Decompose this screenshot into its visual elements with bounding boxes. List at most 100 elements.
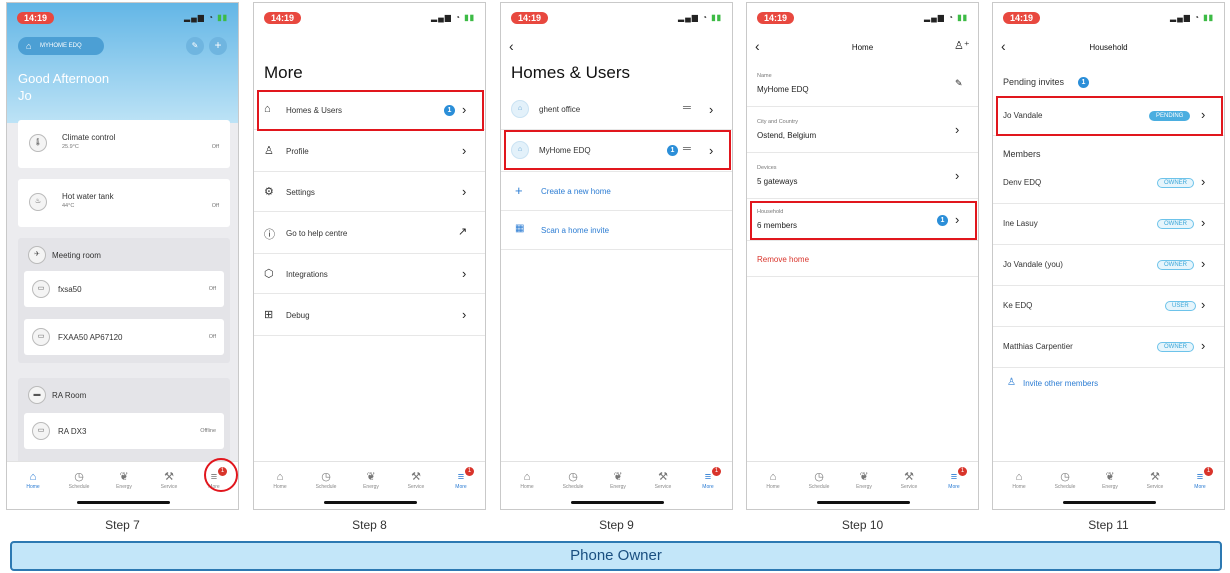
tab-home[interactable]: ⌂ Home bbox=[505, 470, 549, 490]
wrench-icon: ⚒ bbox=[658, 471, 668, 483]
leaf-icon: ❦ bbox=[1105, 471, 1115, 483]
tab-label: Schedule bbox=[1054, 484, 1076, 490]
phone-owner-banner: Phone Owner bbox=[10, 541, 1222, 571]
menu-icon: ≡ bbox=[457, 471, 465, 483]
hot-water-temp: 44°C bbox=[62, 203, 75, 209]
menu-label: Settings bbox=[286, 188, 315, 197]
chevron-right-icon: › bbox=[1201, 174, 1206, 189]
tab-service[interactable]: ⚒ Service bbox=[1133, 470, 1177, 490]
tab-schedule[interactable]: ◷ Schedule bbox=[304, 470, 348, 490]
phone-step-7: 14:19 ▂▄▆ ◔ ▮▮ ⌂ MYHOME EDQ ✎ + Good Aft… bbox=[6, 2, 239, 510]
create-home-button[interactable]: + Create a new home bbox=[501, 172, 732, 211]
tab-more[interactable]: ≡ More 1 bbox=[439, 467, 483, 490]
tab-schedule[interactable]: ◷ Schedule bbox=[57, 470, 101, 490]
member-row[interactable]: Ine Lasuy OWNER › bbox=[993, 204, 1224, 245]
tab-energy[interactable]: ❦ Energy bbox=[842, 470, 886, 490]
menu-item-profile[interactable]: ♙ Profile › bbox=[254, 130, 485, 172]
chevron-right-icon: › bbox=[955, 168, 960, 183]
menu-item-settings[interactable]: ⚙ Settings › bbox=[254, 172, 485, 212]
city-country-row[interactable]: City and Country Ostend, Belgium › bbox=[747, 107, 978, 153]
field-value: Ostend, Belgium bbox=[757, 131, 817, 140]
chevron-right-icon: › bbox=[462, 307, 467, 322]
tab-service[interactable]: ⚒ Service bbox=[394, 470, 438, 490]
device-row-fxaa50[interactable]: ▭ FXAA50 AP67120 Off bbox=[24, 319, 224, 355]
menu-label: Go to help centre bbox=[286, 229, 348, 238]
more-badge: 1 bbox=[465, 467, 474, 476]
hot-water-card[interactable]: ♨ Hot water tank 44°C Off bbox=[18, 179, 230, 227]
scan-invite-button[interactable]: ▦ Scan a home invite bbox=[501, 211, 732, 250]
home-selector-button[interactable]: ⌂ MYHOME EDQ bbox=[18, 37, 104, 55]
add-button[interactable]: + bbox=[209, 37, 227, 55]
device-name: fxsa50 bbox=[58, 285, 82, 294]
tab-energy[interactable]: ❦ Energy bbox=[102, 470, 146, 490]
member-name: Denv EDQ bbox=[1003, 178, 1042, 187]
pencil-icon: ✎ bbox=[191, 41, 199, 50]
tab-service[interactable]: ⚒ Service bbox=[147, 470, 191, 490]
member-row[interactable]: Matthias Carpentier OWNER › bbox=[993, 327, 1224, 368]
pending-invites-title: Pending invites bbox=[1003, 77, 1065, 87]
member-row[interactable]: Ke EDQ USER › bbox=[993, 286, 1224, 327]
gear-icon: ⚙ bbox=[264, 186, 274, 198]
step-caption: Step 7 bbox=[105, 518, 140, 532]
member-row[interactable]: Jo Vandale (you) OWNER › bbox=[993, 245, 1224, 286]
tab-label: Service bbox=[1146, 484, 1164, 490]
chevron-right-icon: › bbox=[1201, 338, 1206, 353]
remove-home-button[interactable]: Remove home bbox=[747, 241, 978, 277]
tab-home[interactable]: ⌂ Home bbox=[997, 470, 1041, 490]
device-row-ra-dx3[interactable]: ▭ RA DX3 Offline bbox=[24, 413, 224, 449]
name-row[interactable]: Name MyHome EDQ ✎ bbox=[747, 61, 978, 107]
field-label: City and Country bbox=[757, 119, 798, 125]
tab-more[interactable]: ≡ More 1 bbox=[1178, 467, 1222, 490]
menu-item-debug[interactable]: ⊞ Debug › bbox=[254, 294, 485, 336]
home-name: ghent office bbox=[539, 105, 581, 114]
climate-control-card[interactable]: 🌡 Climate control 25.9°C Off bbox=[18, 120, 230, 168]
phone-step-8: 14:19 ▂▄▆ ◔ ▮▮ More ⌂ Homes & Users 1 › … bbox=[253, 2, 486, 510]
tab-label: Schedule bbox=[68, 484, 90, 490]
home-name-label: MYHOME EDQ bbox=[40, 43, 82, 49]
tab-service[interactable]: ⚒ Service bbox=[641, 470, 685, 490]
tab-label: Service bbox=[160, 484, 178, 490]
chevron-right-icon: › bbox=[1201, 297, 1206, 312]
add-user-button[interactable]: ♙⁺ bbox=[954, 39, 970, 52]
integrations-icon: ⬡ bbox=[264, 268, 274, 280]
tab-schedule[interactable]: ◷ Schedule bbox=[1043, 470, 1087, 490]
tab-schedule[interactable]: ◷ Schedule bbox=[797, 470, 841, 490]
highlight-box bbox=[996, 96, 1223, 136]
step-caption: Step 9 bbox=[599, 518, 634, 532]
highlight-circle bbox=[204, 458, 238, 492]
signal-wifi-battery-icon: ▂▄▆ ◔ ▮▮ bbox=[183, 13, 228, 22]
plus-icon: + bbox=[214, 38, 222, 52]
menu-label: Debug bbox=[286, 311, 310, 320]
field-label: Devices bbox=[757, 165, 777, 171]
menu-item-integrations[interactable]: ⬡ Integrations › bbox=[254, 254, 485, 294]
page-title: Homes & Users bbox=[511, 63, 631, 82]
tab-home[interactable]: ⌂ Home bbox=[258, 470, 302, 490]
invite-members-button[interactable]: ♙ Invite other members bbox=[993, 368, 1224, 404]
tab-label: Home bbox=[273, 484, 287, 490]
tab-schedule[interactable]: ◷ Schedule bbox=[551, 470, 595, 490]
wrench-icon: ⚒ bbox=[411, 471, 421, 483]
tab-label: More bbox=[1194, 484, 1206, 490]
tab-bar: ⌂ Home ◷ Schedule ❦ Energy ⚒ Service ≡ More 1 bbox=[254, 461, 485, 509]
back-button[interactable]: ‹ bbox=[509, 38, 514, 54]
user-name-text: Jo bbox=[18, 88, 32, 103]
devices-row[interactable]: Devices 5 gateways › bbox=[747, 153, 978, 199]
tab-home[interactable]: ⌂ Home bbox=[11, 470, 55, 490]
home-row-ghent-office[interactable]: ⌂ ghent office ═ › bbox=[501, 90, 732, 130]
tab-energy[interactable]: ❦ Energy bbox=[1088, 470, 1132, 490]
tab-label: Service bbox=[654, 484, 672, 490]
tab-home[interactable]: ⌂ Home bbox=[751, 470, 795, 490]
device-row-fxsa50[interactable]: ▭ fxsa50 Off bbox=[24, 271, 224, 307]
clock-icon: ◷ bbox=[74, 471, 84, 483]
edit-button[interactable]: ✎ bbox=[186, 37, 204, 55]
tab-energy[interactable]: ❦ Energy bbox=[349, 470, 393, 490]
tab-service[interactable]: ⚒ Service bbox=[887, 470, 931, 490]
leaf-icon: ❦ bbox=[366, 471, 376, 483]
member-name: Jo Vandale (you) bbox=[1003, 260, 1063, 269]
tab-more[interactable]: ≡ More 1 bbox=[932, 467, 976, 490]
menu-item-help-centre[interactable]: ⓘ Go to help centre ↗ bbox=[254, 212, 485, 254]
tab-more[interactable]: ≡ More 1 bbox=[686, 467, 730, 490]
tab-bar: ⌂ Home ◷ Schedule ❦ Energy ⚒ Service ≡ More 1 bbox=[993, 461, 1224, 509]
tab-energy[interactable]: ❦ Energy bbox=[596, 470, 640, 490]
member-row[interactable]: Denv EDQ OWNER › bbox=[993, 163, 1224, 204]
